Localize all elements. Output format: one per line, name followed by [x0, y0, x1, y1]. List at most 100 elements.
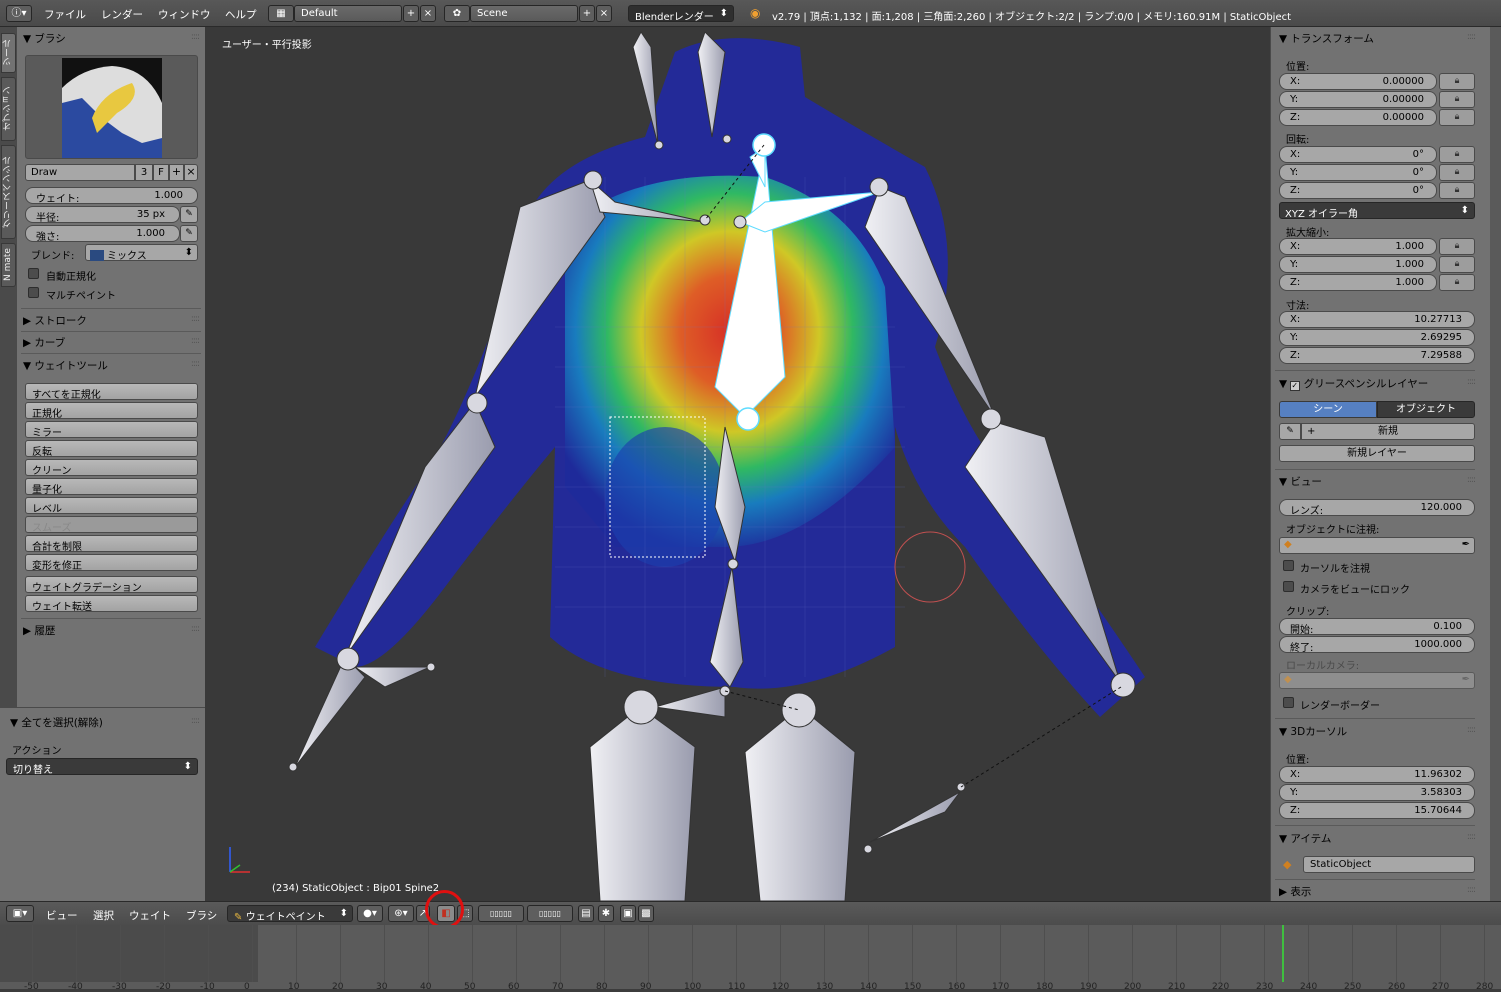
fake-user-button[interactable]: F: [153, 164, 169, 181]
weight-gradient-button[interactable]: ウェイトグラデーション: [25, 576, 198, 594]
display-panel-header[interactable]: ▶ 表示: [1279, 884, 1311, 899]
lock-icon[interactable]: 🔒︎: [1439, 256, 1475, 273]
lock-cursor-checkbox[interactable]: [1283, 560, 1294, 571]
3d-cursor-panel-header[interactable]: ▼ 3Dカーソル: [1279, 724, 1347, 739]
clip-end-field[interactable]: 終了: 1000.000: [1279, 636, 1475, 654]
normalize-button[interactable]: 正規化: [25, 402, 198, 420]
location-z-field[interactable]: Z: 0.00000: [1279, 109, 1437, 126]
grease-object-tab[interactable]: オブジェクト: [1377, 401, 1475, 418]
pressure-strength-icon[interactable]: ✎: [180, 225, 198, 242]
tab-tools[interactable]: ツール: [1, 33, 16, 73]
lock-icon[interactable]: 🔒︎: [1439, 182, 1475, 199]
menu-help[interactable]: ヘルプ: [225, 7, 257, 22]
menu-window[interactable]: ウィンドウ: [158, 7, 211, 22]
lock-icon[interactable]: 🔒︎: [1439, 146, 1475, 163]
weight-field[interactable]: ウェイト: 1.000: [25, 187, 198, 205]
lock-object-field[interactable]: ◆ ✒: [1279, 537, 1475, 554]
dimensions-y-field[interactable]: Y: 2.69295: [1279, 329, 1475, 346]
radius-field[interactable]: 半径: 35 px: [25, 206, 180, 224]
weight-tools-panel-header[interactable]: ▼ ウェイトツール: [23, 358, 108, 373]
limit-total-button[interactable]: 合計を制限: [25, 535, 198, 553]
weight-transfer-button[interactable]: ウェイト転送: [25, 595, 198, 613]
panel-grip-icon[interactable]: ::::: [1467, 832, 1476, 842]
panel-grip-icon[interactable]: ::::: [191, 32, 200, 42]
add-brush-icon[interactable]: +: [169, 164, 184, 181]
layout-select[interactable]: Default: [294, 5, 402, 22]
history-panel-header[interactable]: ▶ 履歴: [23, 623, 55, 638]
clean-button[interactable]: クリーン: [25, 459, 198, 477]
layout-icon[interactable]: ▦: [268, 5, 294, 22]
lock-icon[interactable]: 🔒︎: [1439, 274, 1475, 291]
panel-grip-icon[interactable]: ::::: [1467, 377, 1476, 387]
scale-x-field[interactable]: X: 1.000: [1279, 238, 1437, 255]
eyedropper-icon[interactable]: ✒: [1462, 539, 1470, 550]
panel-grip-icon[interactable]: ::::: [191, 359, 200, 369]
lock-icon[interactable]: 🔒︎: [1439, 91, 1475, 108]
editor-type-icon[interactable]: ▣▾: [6, 905, 34, 922]
location-y-field[interactable]: Y: 0.00000: [1279, 91, 1437, 108]
lock-camera-checkbox[interactable]: [1283, 581, 1294, 592]
tab-options[interactable]: オプション: [1, 77, 16, 141]
tab-grease-pencil[interactable]: グリースペンシル: [1, 145, 16, 239]
scene-select[interactable]: Scene: [470, 5, 578, 22]
menu-render[interactable]: レンダー: [101, 7, 143, 22]
rotation-mode-select[interactable]: XYZ オイラー角 ⬍: [1279, 202, 1475, 220]
brush-panel-header[interactable]: ▼ ブラシ: [23, 31, 66, 46]
cursor-x-field[interactable]: X: 11.96302: [1279, 766, 1475, 783]
object-name-field[interactable]: StaticObject: [1303, 856, 1475, 873]
brush-preview-frame[interactable]: [25, 55, 198, 159]
remove-scene-icon[interactable]: ×: [596, 5, 612, 22]
menu-view[interactable]: ビュー: [46, 908, 78, 923]
3d-viewport[interactable]: ユーザー・平行投影 (234) StaticObject : Bip01 Spi…: [205, 27, 1270, 901]
new-layer-button[interactable]: 新規レイヤー: [1279, 445, 1475, 462]
menu-weights[interactable]: ウェイト: [129, 908, 171, 923]
operator-panel-header[interactable]: ▼ 全てを選択(解除): [10, 715, 103, 730]
info-editor-type-icon[interactable]: ⓘ▾: [6, 5, 32, 22]
remove-layout-icon[interactable]: ×: [420, 5, 436, 22]
cursor-z-field[interactable]: Z: 15.70644: [1279, 802, 1475, 819]
menu-brush[interactable]: ブラシ: [186, 908, 217, 923]
curve-panel-header[interactable]: ▶ カーブ: [23, 335, 65, 350]
auto-normalize-checkbox[interactable]: [28, 268, 39, 279]
add-layout-icon[interactable]: +: [403, 5, 419, 22]
scale-z-field[interactable]: Z: 1.000: [1279, 274, 1437, 291]
panel-grip-icon[interactable]: ::::: [191, 336, 200, 346]
render-engine-select[interactable]: Blenderレンダー ⬍: [628, 5, 734, 23]
strength-field[interactable]: 強さ: 1.000: [25, 225, 180, 243]
lock-icon[interactable]: 🔒︎: [1439, 238, 1475, 255]
panel-grip-icon[interactable]: ::::: [1467, 725, 1476, 735]
brush-name-field[interactable]: Draw: [25, 164, 135, 181]
view-panel-header[interactable]: ▼ ビュー: [1279, 474, 1322, 489]
mode-select[interactable]: ✎ ウェイトペイント ⬍: [227, 905, 353, 923]
layers-group-a[interactable]: ▯▯▯▯▯: [478, 905, 524, 922]
cursor-y-field[interactable]: Y: 3.58303: [1279, 784, 1475, 801]
scale-y-field[interactable]: Y: 1.000: [1279, 256, 1437, 273]
clip-start-field[interactable]: 開始: 0.100: [1279, 618, 1475, 636]
grease-scene-tab[interactable]: シーン: [1279, 401, 1377, 418]
blend-select[interactable]: ミックス ⬍: [85, 244, 198, 262]
transform-panel-header[interactable]: ▼ トランスフォーム: [1279, 31, 1374, 46]
lock-icon[interactable]: 🔒︎: [1439, 109, 1475, 126]
panel-grip-icon[interactable]: ::::: [191, 624, 200, 634]
render-border-checkbox[interactable]: [1283, 697, 1294, 708]
dimensions-x-field[interactable]: X: 10.27713: [1279, 311, 1475, 328]
rotation-x-field[interactable]: X: 0°: [1279, 146, 1437, 163]
timeline[interactable]: -50 -40 -30 -20 -10 0 10 20 30 40 50 60 70 80 90 100 110…: [0, 925, 1501, 992]
panel-grip-icon[interactable]: ::::: [1467, 475, 1476, 485]
levels-button[interactable]: レベル: [25, 497, 198, 515]
tab-nmate[interactable]: N mate: [1, 243, 16, 287]
pivot-point-icon[interactable]: ⊛▾: [388, 905, 414, 922]
multipaint-checkbox[interactable]: [28, 287, 39, 298]
unlink-brush-icon[interactable]: ×: [184, 164, 198, 181]
render-animation-icon[interactable]: ▩: [638, 905, 654, 922]
lock-icon[interactable]: 🔒︎: [1439, 73, 1475, 90]
lens-field[interactable]: レンズ: 120.000: [1279, 499, 1475, 517]
lock-icon[interactable]: 🔒︎: [1439, 164, 1475, 181]
menu-select[interactable]: 選択: [93, 908, 114, 923]
rotation-y-field[interactable]: Y: 0°: [1279, 164, 1437, 181]
action-select[interactable]: 切り替え ⬍: [6, 758, 198, 776]
item-panel-header[interactable]: ▼ アイテム: [1279, 831, 1331, 846]
render-preview-icon[interactable]: ▣: [620, 905, 636, 922]
fix-deforms-button[interactable]: 変形を修正: [25, 554, 198, 572]
menu-file[interactable]: ファイル: [44, 7, 86, 22]
